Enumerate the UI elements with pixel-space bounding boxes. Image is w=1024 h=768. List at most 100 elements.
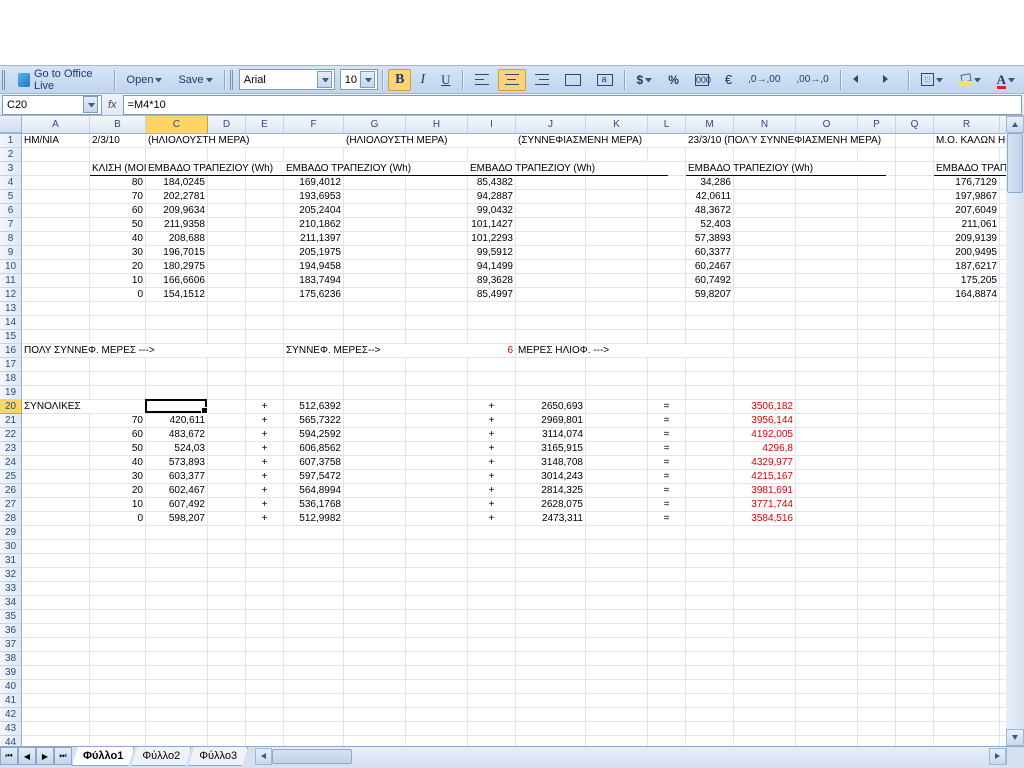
scroll-left-button[interactable] bbox=[255, 748, 272, 765]
cell-value[interactable]: 210,1862 bbox=[284, 218, 344, 232]
cell[interactable] bbox=[208, 330, 246, 344]
cell[interactable] bbox=[246, 582, 284, 596]
cell[interactable] bbox=[934, 582, 1000, 596]
scroll-track[interactable] bbox=[1006, 133, 1024, 729]
cell[interactable] bbox=[246, 274, 284, 288]
cell[interactable] bbox=[858, 330, 896, 344]
cell[interactable] bbox=[344, 596, 406, 610]
cell[interactable] bbox=[586, 204, 648, 218]
cell-value[interactable]: 70 bbox=[90, 414, 146, 428]
cell[interactable] bbox=[344, 400, 406, 414]
cell[interactable] bbox=[406, 596, 468, 610]
cell[interactable] bbox=[284, 358, 344, 372]
cell[interactable] bbox=[586, 456, 648, 470]
cell[interactable] bbox=[796, 568, 858, 582]
cell-value[interactable]: 2/3/10 bbox=[90, 134, 146, 148]
comma-style-button[interactable]: 000 bbox=[688, 69, 716, 91]
cell[interactable] bbox=[896, 204, 934, 218]
cell[interactable] bbox=[586, 190, 648, 204]
cell[interactable] bbox=[22, 694, 90, 708]
increase-indent-button[interactable] bbox=[876, 69, 904, 91]
row-header-22[interactable]: 22 bbox=[0, 428, 22, 442]
cell[interactable] bbox=[934, 302, 1000, 316]
cell[interactable] bbox=[344, 652, 406, 666]
cell[interactable] bbox=[208, 708, 246, 722]
cell[interactable] bbox=[896, 400, 934, 414]
tab-next-button[interactable]: ▶ bbox=[36, 747, 54, 765]
cell[interactable] bbox=[686, 610, 734, 624]
cell-value[interactable]: = bbox=[648, 414, 686, 428]
cell[interactable] bbox=[468, 526, 516, 540]
cell[interactable] bbox=[896, 596, 934, 610]
cell[interactable] bbox=[468, 372, 516, 386]
cell[interactable] bbox=[246, 624, 284, 638]
cell[interactable] bbox=[344, 148, 406, 162]
cell[interactable] bbox=[344, 358, 406, 372]
cell[interactable] bbox=[586, 554, 648, 568]
sheet-tab-Φύλλο3[interactable]: Φύλλο3 bbox=[188, 747, 248, 766]
cell[interactable] bbox=[516, 246, 586, 260]
column-header-N[interactable]: N bbox=[734, 116, 796, 133]
cell[interactable] bbox=[208, 414, 246, 428]
cell[interactable] bbox=[344, 302, 406, 316]
cell[interactable] bbox=[406, 316, 468, 330]
cell[interactable] bbox=[208, 148, 246, 162]
cell[interactable] bbox=[406, 498, 468, 512]
cell-value[interactable]: 200,9495 bbox=[934, 246, 1000, 260]
cell-value[interactable]: 10 bbox=[90, 274, 146, 288]
cell[interactable] bbox=[686, 470, 734, 484]
cell-value[interactable]: + bbox=[246, 512, 284, 526]
cell-value[interactable]: 99,0432 bbox=[468, 204, 516, 218]
cell-value[interactable]: 607,3758 bbox=[284, 456, 344, 470]
cell[interactable] bbox=[796, 330, 858, 344]
cell-value[interactable]: 166,6606 bbox=[146, 274, 208, 288]
cell[interactable] bbox=[734, 708, 796, 722]
cell[interactable] bbox=[858, 512, 896, 526]
cell-value[interactable]: = bbox=[648, 456, 686, 470]
scroll-up-button[interactable] bbox=[1006, 116, 1024, 133]
cell[interactable] bbox=[858, 344, 896, 358]
cell-value[interactable]: 4192,005 bbox=[734, 428, 796, 442]
sheet-tab-Φύλλο2[interactable]: Φύλλο2 bbox=[131, 747, 191, 766]
cell[interactable] bbox=[896, 666, 934, 680]
cell[interactable] bbox=[586, 330, 648, 344]
cell[interactable] bbox=[344, 274, 406, 288]
cell[interactable] bbox=[934, 386, 1000, 400]
cell[interactable] bbox=[858, 288, 896, 302]
row-header-2[interactable]: 2 bbox=[0, 148, 22, 162]
cell[interactable] bbox=[858, 246, 896, 260]
cell[interactable] bbox=[648, 190, 686, 204]
cell[interactable] bbox=[406, 330, 468, 344]
tab-prev-button[interactable]: ◀ bbox=[18, 747, 36, 765]
row-header-1[interactable]: 1 bbox=[0, 134, 22, 148]
cell[interactable] bbox=[468, 652, 516, 666]
row-header-43[interactable]: 43 bbox=[0, 722, 22, 736]
cell-value[interactable]: Μ.Ο. ΚΑΛΩΝ ΗΜΕΡΩΝ bbox=[934, 134, 1006, 148]
cell[interactable] bbox=[796, 470, 858, 484]
cell[interactable] bbox=[406, 302, 468, 316]
cell[interactable] bbox=[516, 638, 586, 652]
cell[interactable] bbox=[246, 736, 284, 746]
cell[interactable] bbox=[586, 596, 648, 610]
cell[interactable] bbox=[208, 722, 246, 736]
row-header-9[interactable]: 9 bbox=[0, 246, 22, 260]
cell[interactable] bbox=[146, 638, 208, 652]
cell[interactable] bbox=[208, 456, 246, 470]
cell-value[interactable]: (ΗΛΙΟΛΟΥΣΤΗ ΜΕΡΑ) bbox=[146, 134, 346, 148]
cell[interactable] bbox=[468, 722, 516, 736]
cell[interactable] bbox=[648, 568, 686, 582]
cell-value[interactable]: = bbox=[648, 512, 686, 526]
cell[interactable] bbox=[146, 540, 208, 554]
cell[interactable] bbox=[858, 274, 896, 288]
cell-value[interactable]: 565,7322 bbox=[284, 414, 344, 428]
cell[interactable] bbox=[406, 582, 468, 596]
tab-first-button[interactable]: ⏮ bbox=[0, 747, 18, 765]
cell[interactable] bbox=[284, 302, 344, 316]
cell[interactable] bbox=[406, 456, 468, 470]
cell[interactable] bbox=[468, 694, 516, 708]
cell-value[interactable]: 602,467 bbox=[146, 484, 208, 498]
cell[interactable] bbox=[516, 722, 586, 736]
cell[interactable] bbox=[146, 330, 208, 344]
cell[interactable] bbox=[858, 218, 896, 232]
cell-value[interactable]: 180,2975 bbox=[146, 260, 208, 274]
